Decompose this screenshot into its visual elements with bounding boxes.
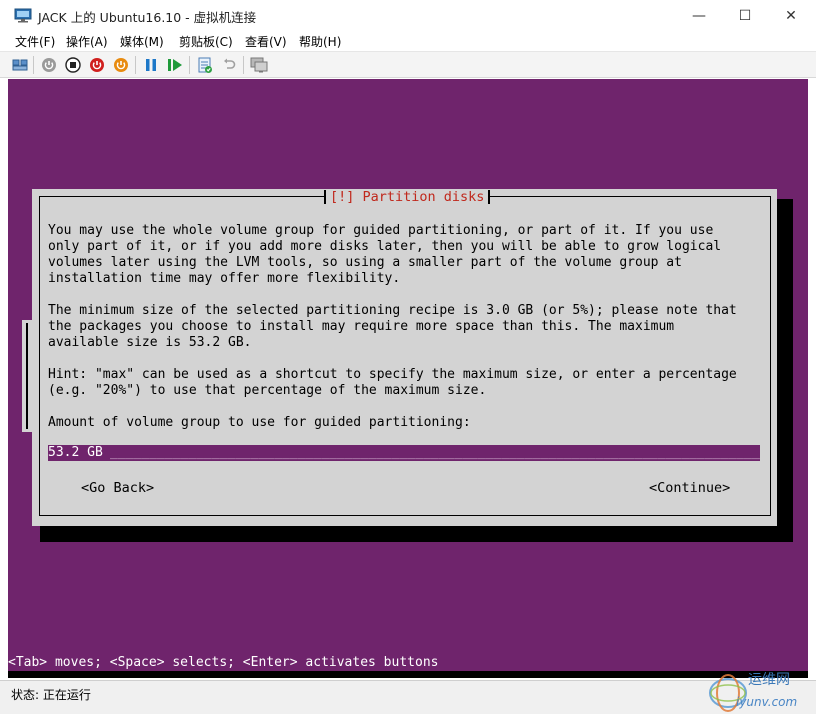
menu-media[interactable]: 媒体(M) bbox=[120, 33, 164, 50]
status-bar: 状态: 正在运行 bbox=[0, 680, 816, 714]
watermark-text: 运维网 bbox=[748, 672, 790, 688]
keyboard-help-line: <Tab> moves; <Space> selects; <Enter> ac… bbox=[8, 655, 439, 670]
menu-clipboard[interactable]: 剪贴板(C) bbox=[179, 33, 233, 50]
revert-icon[interactable] bbox=[220, 56, 238, 74]
partition-dialog: [!] Partition disks You may use the whol… bbox=[32, 189, 777, 526]
start-icon[interactable] bbox=[40, 56, 58, 74]
pause-icon[interactable] bbox=[142, 56, 160, 74]
menu-view[interactable]: 查看(V) bbox=[245, 33, 287, 50]
window-title: JACK 上的 Ubuntu16.10 - 虚拟机连接 bbox=[38, 10, 257, 25]
vm-connection-icon bbox=[14, 8, 32, 23]
checkpoint-icon[interactable] bbox=[196, 56, 214, 74]
ctrl-alt-del-icon[interactable] bbox=[11, 56, 29, 74]
menu-bar: 文件(F) 操作(A) 媒体(M) 剪贴板(C) 查看(V) 帮助(H) bbox=[0, 31, 816, 51]
size-input-fill: ________________________________________… bbox=[110, 445, 760, 460]
size-input-value[interactable]: 53.2 GB bbox=[48, 445, 103, 461]
minimum-size-line: the packages you choose to install may r… bbox=[48, 319, 675, 334]
description-line: You may use the whole volume group for g… bbox=[48, 223, 714, 238]
status-text: 状态: 正在运行 bbox=[11, 688, 91, 702]
toolbar bbox=[0, 51, 816, 78]
minimum-size-line: available size is 53.2 GB. bbox=[48, 335, 252, 350]
resume-icon[interactable] bbox=[166, 56, 184, 74]
description-line: volumes later using the LVM tools, so us… bbox=[48, 255, 682, 270]
close-button[interactable]: ✕ bbox=[768, 0, 814, 31]
minimize-button[interactable]: — bbox=[676, 0, 722, 31]
console-bottom-bar bbox=[8, 671, 808, 678]
continue-button[interactable]: <Continue> bbox=[649, 480, 730, 496]
background-dialog-border bbox=[26, 323, 30, 429]
dialog-title: [!] Partition disks bbox=[324, 189, 491, 206]
shutdown-icon[interactable] bbox=[88, 56, 106, 74]
description-line: only part of it, or if you add more disk… bbox=[48, 239, 722, 254]
turn-off-icon[interactable] bbox=[64, 56, 82, 74]
watermark-subtext: iyunv.com bbox=[736, 695, 798, 709]
go-back-button[interactable]: <Go Back> bbox=[81, 480, 154, 496]
maximize-button[interactable]: ☐ bbox=[722, 0, 768, 31]
window-title-bar: JACK 上的 Ubuntu16.10 - 虚拟机连接 — ☐ ✕ bbox=[0, 0, 816, 31]
menu-action[interactable]: 操作(A) bbox=[66, 33, 108, 50]
minimum-size-line: The minimum size of the selected partiti… bbox=[48, 303, 737, 318]
dialog-shadow bbox=[777, 199, 793, 542]
dialog-shadow-bottom bbox=[40, 526, 793, 542]
size-prompt: Amount of volume group to use for guided… bbox=[48, 415, 471, 430]
watermark-logo: 运维网 iyunv.com bbox=[706, 663, 810, 713]
vm-screen[interactable]: [!] Partition disks You may use the whol… bbox=[8, 79, 808, 678]
menu-help[interactable]: 帮助(H) bbox=[299, 33, 341, 50]
size-input[interactable]: 53.2 GB ________________________________… bbox=[48, 445, 760, 461]
enhanced-session-icon[interactable] bbox=[250, 56, 268, 74]
description-line: installation time may offer more flexibi… bbox=[48, 271, 401, 286]
menu-file[interactable]: 文件(F) bbox=[15, 33, 55, 50]
hint-line: Hint: "max" can be used as a shortcut to… bbox=[48, 367, 737, 382]
save-state-icon[interactable] bbox=[112, 56, 130, 74]
hint-line: (e.g. "20%") to use that percentage of t… bbox=[48, 383, 487, 398]
